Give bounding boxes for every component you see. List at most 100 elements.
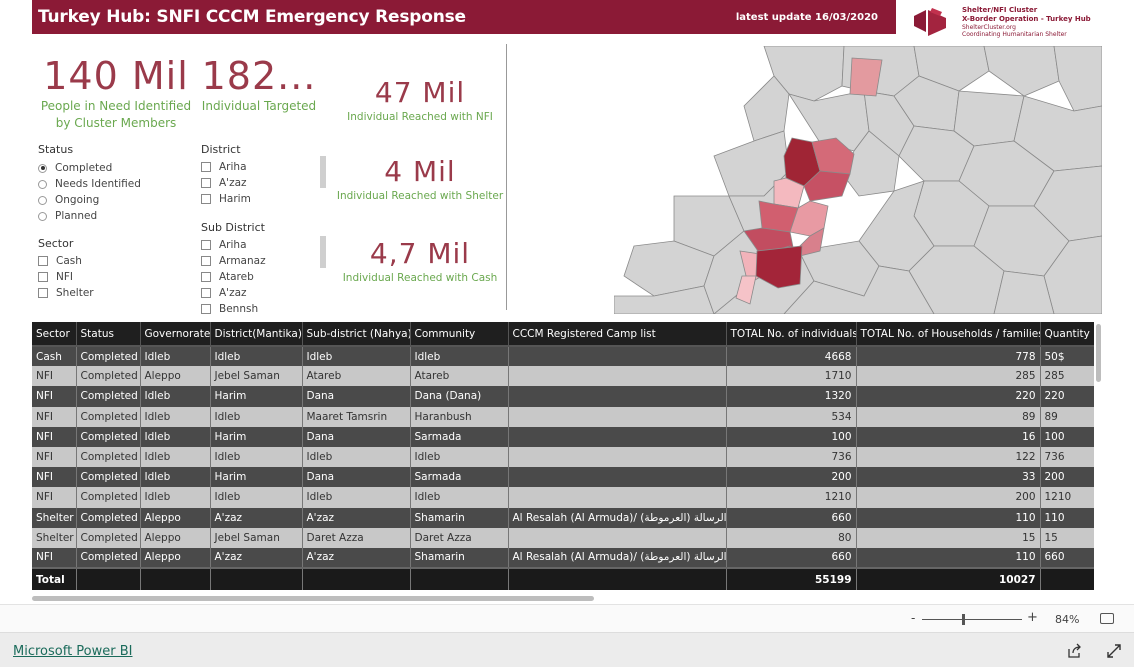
slicer-sector-shelter[interactable]: Shelter — [38, 286, 94, 300]
slicer-subdistrict-azaz[interactable]: A'zaz — [201, 286, 247, 300]
table-row[interactable]: Cash Completed Idleb Idleb Idleb Idleb 4668 778… — [32, 346, 1094, 367]
column-header[interactable]: Quantity (in — [1040, 322, 1094, 347]
table-cell: Aleppo — [140, 527, 211, 548]
table-cell: 220 — [856, 386, 1041, 407]
table-row[interactable]: NFI Completed Idleb Harim Dana Dana (Dana) 132… — [32, 386, 1094, 407]
slicer-district-ariha[interactable]: Ariha — [201, 160, 247, 174]
zoom-slider-thumb[interactable] — [962, 614, 965, 625]
table-cell: Dana — [302, 467, 411, 488]
slicer-sector-cash[interactable]: Cash — [38, 254, 82, 268]
kpi-accent-bar — [320, 236, 326, 268]
table-cell: Completed — [76, 487, 141, 508]
table-cell: Completed — [76, 346, 141, 367]
table-cell: Aleppo — [140, 366, 211, 387]
table-row[interactable]: NFI Completed Idleb Idleb Maaret Tamsrin Hara… — [32, 406, 1094, 427]
table-cell: 100 — [726, 426, 857, 447]
kpi-reached-cash[interactable]: 4,7 Mil Individual Reached with Cash — [335, 237, 505, 287]
column-header[interactable]: Status — [76, 322, 141, 347]
checkbox-icon — [201, 272, 211, 282]
slicer-status-planned[interactable]: Planned — [38, 209, 97, 223]
table-cell: 122 — [856, 446, 1041, 468]
column-header[interactable]: TOTAL No. of Households / families — [856, 322, 1041, 347]
slicer-subdistrict-ariha[interactable]: Ariha — [201, 238, 247, 252]
column-header[interactable]: Community — [410, 322, 509, 347]
table-cell: Idleb — [140, 386, 211, 407]
power-bi-link[interactable]: Microsoft Power BI — [13, 644, 132, 659]
table-cell: 89 — [856, 406, 1041, 427]
table-row[interactable]: NFI Completed Idleb Harim Dana Sarmada 200 33 20… — [32, 467, 1094, 488]
column-header[interactable]: CCCM Registered Camp list — [508, 322, 727, 347]
slicer-status-completed[interactable]: Completed — [38, 161, 112, 175]
checkbox-icon — [38, 272, 48, 282]
table-cell: Completed — [76, 507, 141, 528]
slicer-district-title: District — [201, 143, 241, 156]
checkbox-icon — [201, 178, 211, 188]
table-cell: 200 — [1040, 467, 1094, 488]
table-cell: Al Resalah (Al Armuda)/ (الرسالة (العرمو… — [508, 547, 727, 569]
column-header[interactable]: District(Mantika) — [210, 322, 303, 347]
table-cell: Haranbush — [410, 406, 509, 427]
table-cell: 1210 — [726, 487, 857, 508]
table-cell: A'zaz — [210, 547, 303, 569]
slicer-subdistrict-bennsh[interactable]: Bennsh — [201, 302, 258, 316]
table-cell: Idleb — [302, 487, 411, 508]
footer-bar: Microsoft Power BI — [0, 632, 1134, 667]
table-row[interactable]: NFI Completed Idleb Harim Dana Sarmada 100 16 10… — [32, 426, 1094, 447]
kpi-people-in-need[interactable]: 140 Mil People in Need Identified by Clu… — [36, 54, 196, 132]
column-header[interactable]: Sub-district (Nahya) — [302, 322, 411, 347]
table-cell: Completed — [76, 547, 141, 569]
table-cell: Shamarin — [410, 507, 509, 528]
table-cell — [508, 426, 727, 447]
table-row[interactable]: Shelter Completed Aleppo A'zaz A'zaz Shamarin… — [32, 507, 1094, 528]
table-row[interactable]: NFI Completed Aleppo A'zaz A'zaz Shamarin Al R… — [32, 547, 1094, 569]
checkbox-icon — [201, 194, 211, 204]
table-cell — [508, 366, 727, 387]
table-row[interactable]: NFI Completed Idleb Idleb Idleb Idleb 1210 200 1… — [32, 487, 1094, 508]
share-icon[interactable] — [1066, 643, 1082, 659]
table-cell: Daret Azza — [302, 527, 411, 548]
slicer-item-label: Shelter — [56, 287, 94, 299]
slicer-subdistrict-atareb[interactable]: Atareb — [201, 270, 254, 284]
table-cell — [508, 487, 727, 508]
column-header[interactable]: Governorate — [140, 322, 211, 347]
slicer-district-harim[interactable]: Harim — [201, 192, 251, 206]
checkbox-icon — [38, 288, 48, 298]
table-cell: 110 — [856, 507, 1041, 528]
zoom-out-button[interactable]: - — [911, 611, 915, 625]
zoom-slider-track[interactable] — [922, 619, 1022, 620]
fullscreen-icon[interactable] — [1106, 643, 1122, 659]
kpi-reached-nfi[interactable]: 47 Mil Individual Reached with NFI — [335, 76, 505, 126]
table-cell: Atareb — [302, 366, 411, 387]
fit-to-page-icon[interactable] — [1100, 613, 1114, 624]
slicer-subdistrict-armanaz[interactable]: Armanaz — [201, 254, 266, 268]
slicer-sector-nfi[interactable]: NFI — [38, 270, 73, 284]
kpi-reached-shelter[interactable]: 4 Mil Individual Reached with Shelter — [335, 155, 505, 205]
zoom-bar: - + 84% — [0, 604, 1134, 632]
column-header[interactable]: Sector — [32, 322, 77, 347]
table-cell: 285 — [1040, 366, 1094, 387]
kpi-label: People in Need Identified — [40, 99, 192, 113]
data-table[interactable]: Sector Status Governorate District(Manti… — [32, 322, 1094, 596]
section-divider — [506, 44, 507, 310]
table-row[interactable]: Shelter Completed Aleppo Jebel Saman Daret A… — [32, 527, 1094, 548]
slicer-district-azaz[interactable]: A'zaz — [201, 176, 247, 190]
table-cell: 778 — [856, 346, 1041, 367]
logo-line-4: Coordinating Humanitarian Shelter — [962, 31, 1067, 38]
table-cell: 200 — [726, 467, 857, 488]
table-horizontal-scrollbar[interactable] — [32, 596, 594, 601]
table-cell: 200 — [856, 487, 1041, 508]
slicer-status-ongoing[interactable]: Ongoing — [38, 193, 99, 207]
table-cell: NFI — [32, 487, 77, 508]
table-vertical-scrollbar[interactable] — [1096, 324, 1101, 382]
table-cell: Completed — [76, 426, 141, 447]
table-row[interactable]: NFI Completed Aleppo Jebel Saman Atareb Atare… — [32, 366, 1094, 387]
checkbox-icon — [38, 256, 48, 266]
slicer-status-needs-identified[interactable]: Needs Identified — [38, 177, 141, 191]
table-row[interactable]: NFI Completed Idleb Idleb Idleb Idleb 736 122 73… — [32, 446, 1094, 468]
column-header[interactable]: TOTAL No. of individuals — [726, 322, 857, 347]
choropleth-map[interactable] — [614, 46, 1102, 314]
table-cell: Harim — [210, 386, 303, 407]
zoom-in-button[interactable]: + — [1027, 610, 1038, 625]
table-cell: Idleb — [410, 446, 509, 468]
kpi-individual-targeted[interactable]: 182... Individual Targeted — [200, 54, 318, 115]
